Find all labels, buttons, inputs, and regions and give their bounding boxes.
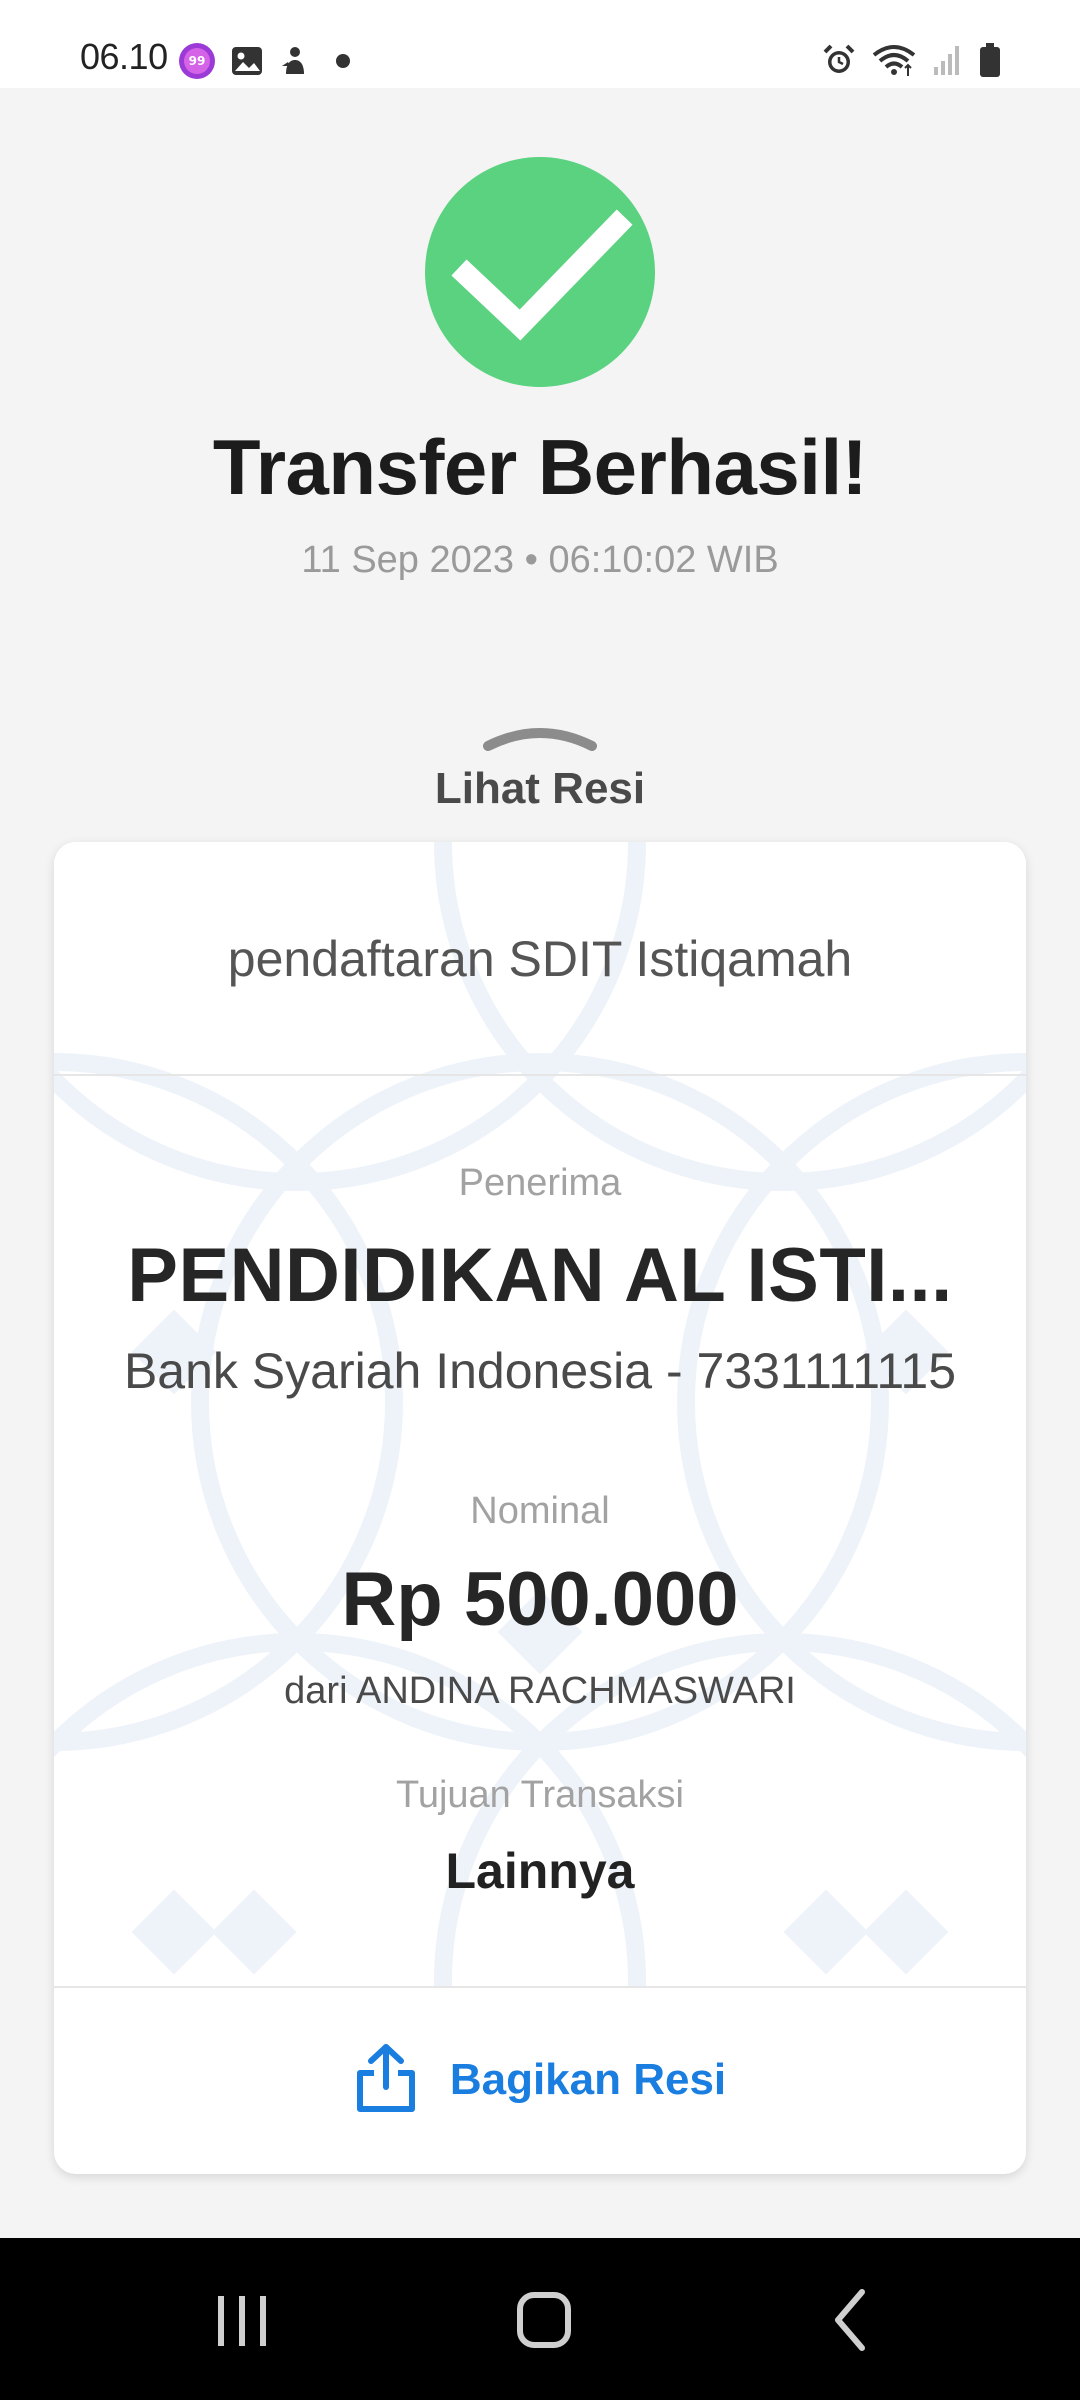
battery-icon bbox=[978, 42, 1002, 83]
recipient-label: Penerima bbox=[458, 1162, 622, 1204]
share-icon bbox=[354, 2043, 418, 2118]
home-icon[interactable] bbox=[464, 2238, 624, 2400]
wifi-icon bbox=[872, 43, 916, 82]
status-notification-icons: 99 bbox=[178, 42, 360, 85]
success-check-icon bbox=[425, 157, 655, 387]
view-receipt-toggle[interactable]: Lihat Resi bbox=[390, 720, 690, 820]
transaction-purpose: Lainnya bbox=[445, 1843, 635, 1899]
alarm-icon bbox=[822, 43, 856, 82]
amount-label: Nominal bbox=[470, 1490, 610, 1532]
share-receipt-label: Bagikan Resi bbox=[449, 2055, 727, 2104]
person-icon bbox=[278, 44, 312, 83]
transaction-timestamp: 11 Sep 2023 • 06:10:02 WIB bbox=[301, 539, 779, 581]
receipt-card: pendaftaran SDIT Istiqamah Penerima PEND… bbox=[54, 842, 1026, 2174]
recipient-bank-account: Bank Syariah Indonesia - 7331111115 bbox=[123, 1343, 957, 1399]
recipient-name: PENDIDIKAN AL ISTI... bbox=[127, 1233, 953, 1318]
purpose-label: Tujuan Transaksi bbox=[396, 1774, 684, 1816]
page-title: Transfer Berhasil! bbox=[212, 423, 868, 511]
system-navigation-bar bbox=[0, 2238, 1080, 2400]
gallery-icon bbox=[230, 44, 264, 83]
sender-name: dari ANDINA RACHMASWARI bbox=[284, 1670, 796, 1712]
card-divider-top bbox=[54, 1074, 1026, 1076]
signal-icon bbox=[932, 43, 962, 82]
recents-icon[interactable] bbox=[162, 2238, 322, 2400]
status-bar: 06.10 99 bbox=[0, 0, 1080, 88]
transfer-note: pendaftaran SDIT Istiqamah bbox=[227, 931, 853, 987]
status-time: 06.10 bbox=[80, 36, 168, 77]
transfer-amount: Rp 500.000 bbox=[341, 1557, 739, 1642]
lazada-99-icon: 99 bbox=[178, 42, 216, 85]
back-icon[interactable] bbox=[770, 2238, 930, 2400]
svg-text:99: 99 bbox=[189, 54, 206, 68]
view-receipt-label: Lihat Resi bbox=[434, 764, 646, 813]
share-receipt-button[interactable]: Bagikan Resi bbox=[54, 1986, 1026, 2174]
dot-icon bbox=[326, 44, 360, 83]
status-system-icons bbox=[822, 42, 1002, 83]
chevron-up-icon bbox=[482, 720, 598, 757]
